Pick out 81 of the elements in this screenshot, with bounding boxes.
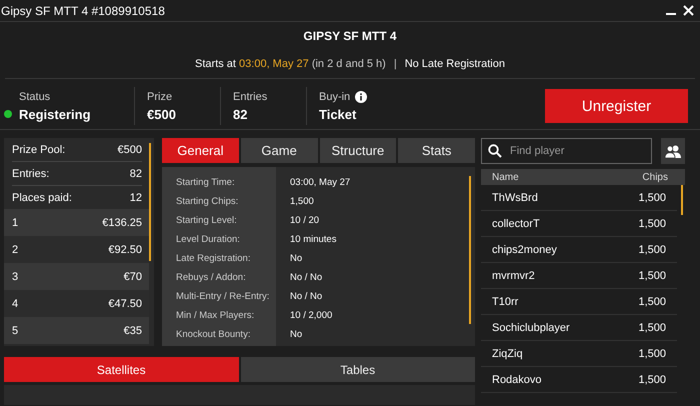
stat-value: Ticket: [319, 106, 358, 122]
payout-amount: €136.25: [102, 216, 142, 228]
column-header: Chips: [642, 172, 668, 182]
place-number: 5: [12, 324, 18, 336]
separator-text: |: [394, 58, 397, 70]
detail-value: 10 / 2,000: [290, 309, 334, 323]
place-number: 3: [12, 270, 18, 282]
detail-label: Level Duration:: [176, 233, 241, 247]
detail-label: Starting Level:: [176, 214, 238, 228]
tournament-name: GIPSY SF MTT 4: [303, 29, 397, 43]
detail-label: Starting Time:: [176, 176, 236, 190]
search-field[interactable]: Find player: [481, 138, 652, 164]
prize-label: Prize Pool:: [12, 144, 66, 156]
prize-value: €500: [118, 144, 142, 156]
tab[interactable]: Structure: [320, 138, 396, 163]
detail-label: Starting Chips:: [176, 195, 240, 209]
unregister-button[interactable]: Unregister: [545, 89, 688, 123]
player-chips: 1,500: [638, 296, 666, 308]
scrollbar[interactable]: [149, 143, 151, 261]
tab[interactable]: General: [162, 138, 239, 163]
detail-value: No: [290, 328, 304, 342]
stat-label: Buy-in: [319, 90, 350, 102]
player-name: ThWsBrd: [492, 192, 538, 204]
player-name: collectorT: [492, 218, 540, 230]
payout-amount: €70: [124, 270, 142, 282]
player-name: ZiqZiq: [492, 348, 523, 360]
player-name: Rodakovo: [492, 374, 542, 386]
player-chips: 1,500: [638, 218, 666, 230]
player-chips: 1,500: [638, 322, 666, 334]
detail-value: 03:00, May 27: [290, 176, 352, 190]
search-icon: [488, 144, 502, 158]
player-chips: 1,500: [638, 192, 666, 204]
stat-value: €500: [147, 106, 176, 122]
detail-value: No / No: [290, 271, 324, 285]
detail-label: Late Registration:: [176, 252, 252, 266]
player-name: Sochiclubplayer: [492, 322, 570, 334]
detail-value: No / No: [290, 290, 324, 304]
detail-label: Multi-Entry / Re-Entry:: [176, 290, 270, 304]
place-number: 1: [12, 216, 18, 228]
players-button[interactable]: [661, 138, 685, 164]
detail-value: No: [290, 252, 304, 266]
tab[interactable]: Game: [240, 138, 318, 163]
close-icon[interactable]: [683, 5, 694, 16]
tab[interactable]: Stats: [398, 138, 475, 163]
detail-label: Rebuys / Addon:: [176, 271, 247, 285]
info-icon[interactable]: [355, 90, 368, 102]
player-name: T10rr: [492, 296, 518, 308]
player-chips: 1,500: [638, 270, 666, 282]
detail-value: 10 / 20: [290, 214, 320, 228]
late-registration-text: No Late Registration: [404, 58, 505, 70]
place-number: 4: [12, 298, 18, 310]
player-name: mvrmvr2: [492, 270, 535, 282]
prize-value: 12: [130, 192, 142, 204]
stat-label: Prize: [147, 90, 172, 102]
users-icon: [665, 144, 681, 158]
tab[interactable]: Satellites: [4, 357, 238, 382]
prize-label: Places paid:: [12, 192, 72, 204]
stat-label: Status: [19, 90, 50, 102]
detail-label: Knockout Bounty:: [176, 328, 252, 342]
detail-value: 1,500: [290, 195, 315, 209]
payout-amount: €92.50: [108, 244, 142, 256]
column-header: Name: [492, 172, 519, 182]
window-title: Gipsy SF MTT 4 #1089910518: [1, 4, 165, 18]
place-number: 2: [12, 244, 18, 256]
detail-value: 10 minutes: [290, 233, 338, 247]
player-name: chips2money: [492, 244, 557, 256]
scrollbar[interactable]: [681, 185, 683, 215]
player-chips: 1,500: [638, 244, 666, 256]
player-chips: 1,500: [638, 348, 666, 360]
payout-amount: €47.50: [108, 298, 142, 310]
tab[interactable]: Tables: [240, 357, 475, 382]
payout-amount: €35: [124, 324, 142, 336]
prize-value: 82: [130, 168, 142, 180]
scrollbar[interactable]: [469, 176, 471, 324]
stat-value: 82: [233, 106, 248, 122]
player-chips: 1,500: [638, 374, 666, 386]
stat-value: Registering: [19, 106, 91, 122]
start-info: Starts at 03:00, May 27 (in 2 d and 5 h): [195, 58, 386, 70]
stat-label: Entries: [233, 90, 268, 102]
detail-label: Min / Max Players:: [176, 309, 256, 323]
prize-label: Entries:: [12, 168, 50, 180]
